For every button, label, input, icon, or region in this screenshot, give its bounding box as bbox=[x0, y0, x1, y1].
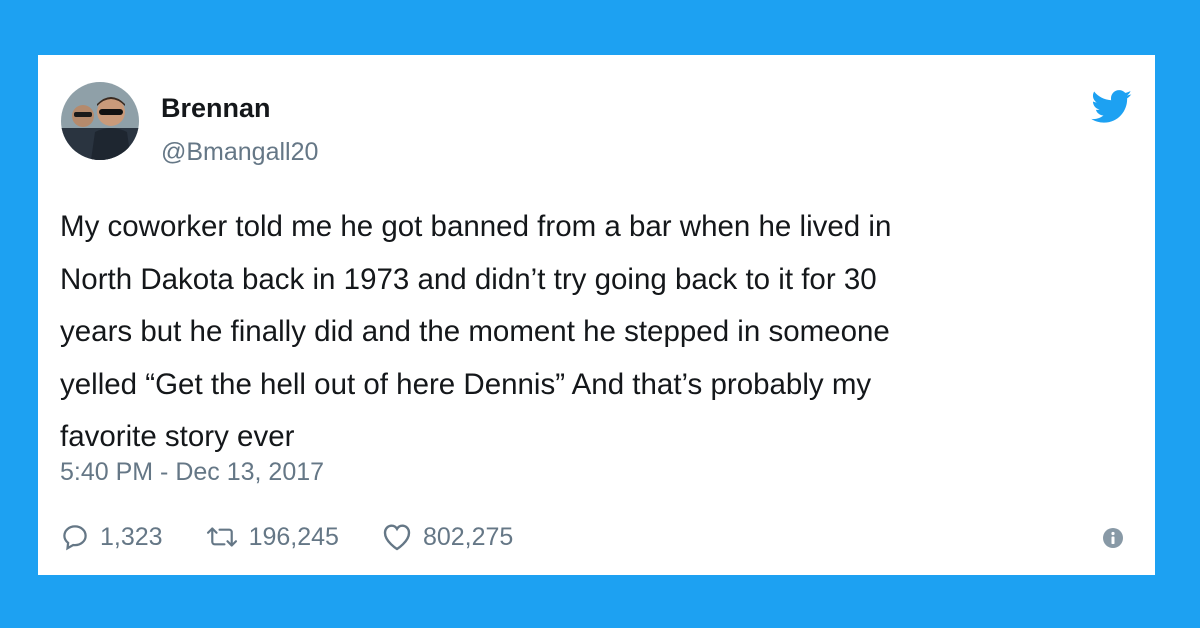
reply-icon bbox=[63, 525, 87, 551]
tweet-card: Brennan @Bmangall20 My coworker told me … bbox=[38, 55, 1155, 575]
tweet-actions: 1,323 196,245 802,275 bbox=[60, 522, 555, 552]
reply-button[interactable]: 1,323 bbox=[60, 522, 163, 552]
retweet-count: 196,245 bbox=[248, 522, 339, 551]
heart-icon bbox=[383, 524, 411, 551]
tweet-timestamp[interactable]: 5:40 PM - Dec 13, 2017 bbox=[60, 457, 324, 487]
reply-count: 1,323 bbox=[100, 522, 163, 551]
info-icon[interactable] bbox=[1102, 527, 1124, 549]
like-button[interactable]: 802,275 bbox=[381, 522, 513, 552]
like-count: 802,275 bbox=[422, 522, 514, 551]
user-handle[interactable]: @Bmangall20 bbox=[161, 137, 318, 167]
twitter-bird-icon[interactable] bbox=[1091, 90, 1133, 124]
user-name[interactable]: Brennan bbox=[161, 92, 271, 124]
tweet-text: My coworker told me he got banned from a… bbox=[60, 210, 892, 453]
retweet-button[interactable]: 196,245 bbox=[205, 522, 339, 552]
avatar-photo bbox=[61, 82, 139, 160]
retweet-icon bbox=[206, 527, 237, 547]
avatar[interactable] bbox=[61, 82, 139, 160]
